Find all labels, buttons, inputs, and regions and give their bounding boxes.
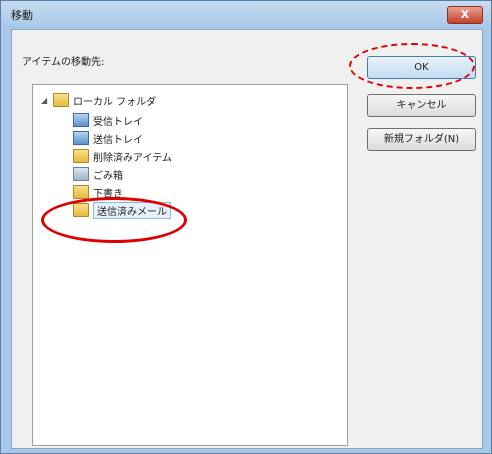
outbox-folder-icon [73,131,89,145]
tree-item-label: 受信トレイ [93,116,143,128]
tree-item-inbox[interactable]: 受信トレイ [73,111,143,129]
collapse-icon[interactable]: ◢ [41,96,49,105]
folder-tree[interactable]: ◢ ローカル フォルダ 受信トレイ 送信トレイ 削除済みアイテム ごみ箱 下書き… [32,84,348,446]
window-title: 移動 [11,9,33,22]
tree-item-local-folders[interactable]: ◢ ローカル フォルダ [41,91,156,109]
inbox-folder-icon [73,113,89,127]
cancel-button[interactable]: キャンセル [367,94,476,117]
tree-item-label: 削除済みアイテム [93,152,172,164]
tree-item-deleted-items[interactable]: 削除済みアイテム [73,147,172,165]
tree-item-label: ごみ箱 [93,170,123,182]
drafts-folder-icon [73,185,89,199]
deleted-items-folder-icon [73,149,89,163]
close-button[interactable]: X [447,6,483,24]
move-dialog-window: 移動 X アイテムの移動先: ◢ ローカル フォルダ 受信トレイ 送信トレイ 削… [0,0,492,454]
local-folders-icon [53,93,69,107]
tree-item-label: 送信トレイ [93,134,143,146]
sent-mail-highlight-annotation [41,197,187,243]
trash-icon [73,167,89,181]
destination-prompt: アイテムの移動先: [22,57,105,68]
ok-button-highlight-annotation [349,43,475,89]
tree-item-trash[interactable]: ごみ箱 [73,165,123,183]
new-folder-button[interactable]: 新規フォルダ(N) [367,128,476,151]
title-bar[interactable]: 移動 X [1,1,491,27]
tree-item-label: ローカル フォルダ [73,96,157,108]
tree-item-outbox[interactable]: 送信トレイ [73,129,143,147]
